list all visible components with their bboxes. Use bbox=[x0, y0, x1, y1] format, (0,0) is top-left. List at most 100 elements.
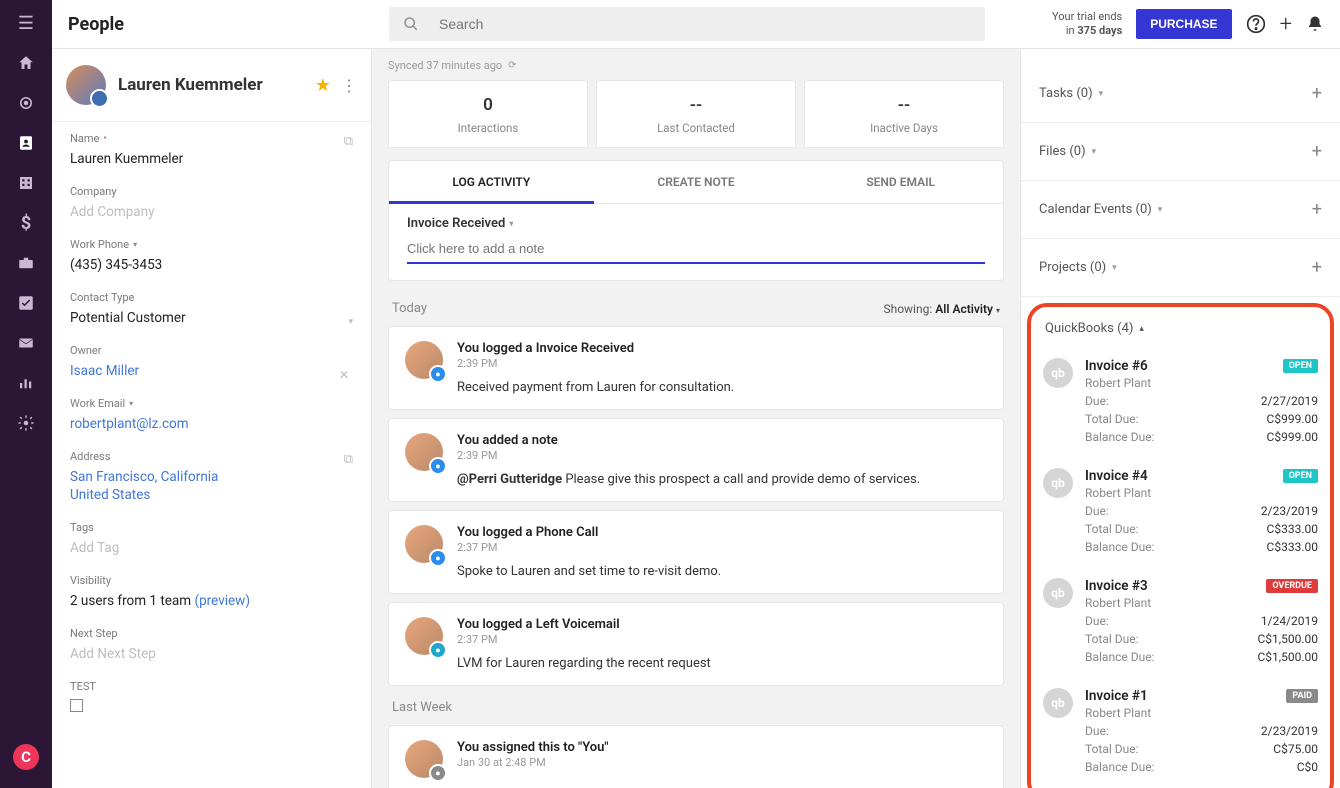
log-note-input[interactable] bbox=[407, 235, 985, 264]
tab-log-activity[interactable]: LOG ACTIVITY bbox=[389, 161, 594, 204]
feed-item[interactable]: ● You logged a Left Voicemail 2:37 PM LV… bbox=[388, 602, 1004, 686]
address-line1[interactable]: San Francisco, California bbox=[70, 469, 353, 485]
invoice-total-value: C$1,500.00 bbox=[1257, 632, 1318, 646]
section-tasks[interactable]: Tasks (0) ▾+ bbox=[1021, 65, 1340, 123]
invoice-balance-value: C$999.00 bbox=[1267, 430, 1318, 444]
feed-title: You logged a Invoice Received bbox=[457, 341, 987, 356]
invoice-item[interactable]: qb Invoice #3 OVERDUE Robert Plant Due:1… bbox=[1041, 568, 1320, 678]
section-calendar[interactable]: Calendar Events (0) ▾+ bbox=[1021, 181, 1340, 239]
copy-icon[interactable]: ⧉ bbox=[344, 452, 353, 467]
visibility-value[interactable]: 2 users from 1 team (preview) bbox=[70, 593, 353, 609]
tab-send-email[interactable]: SEND EMAIL bbox=[798, 161, 1003, 204]
invoice-item[interactable]: qb Invoice #4 OPEN Robert Plant Due:2/23… bbox=[1041, 458, 1320, 568]
home-icon[interactable] bbox=[15, 52, 37, 74]
add-event-icon[interactable]: + bbox=[1312, 199, 1322, 220]
work-email-label: Work Email ▾ bbox=[70, 397, 353, 410]
contact-type-label: Contact Type bbox=[70, 291, 353, 304]
work-phone-value[interactable]: (435) 345-3453 bbox=[70, 257, 353, 273]
address-line2[interactable]: United States bbox=[70, 487, 353, 503]
invoice-total-label: Total Due: bbox=[1085, 632, 1139, 646]
search-icon bbox=[403, 16, 419, 32]
building-icon[interactable] bbox=[15, 172, 37, 194]
name-label: Name • bbox=[70, 132, 107, 145]
invoice-status-badge: OPEN bbox=[1283, 359, 1318, 373]
name-value[interactable]: Lauren Kuemmeler bbox=[70, 151, 353, 167]
mail-icon[interactable] bbox=[15, 332, 37, 354]
quickbooks-header[interactable]: QuickBooks (4) ▴ bbox=[1041, 315, 1320, 348]
feed-item[interactable]: ● You added a note 2:39 PM @Perri Gutter… bbox=[388, 418, 1004, 502]
check-icon[interactable] bbox=[15, 292, 37, 314]
invoice-balance-label: Balance Due: bbox=[1085, 650, 1154, 664]
quickbooks-section: QuickBooks (4) ▴ qb Invoice #6 OPEN Robe… bbox=[1027, 303, 1334, 788]
invoice-customer: Robert Plant bbox=[1085, 706, 1318, 720]
clear-icon[interactable]: ✕ bbox=[339, 368, 349, 382]
app-logo[interactable]: C bbox=[13, 744, 39, 770]
quickbooks-icon: qb bbox=[1043, 468, 1073, 498]
search-bar[interactable] bbox=[389, 7, 985, 41]
feed-item[interactable]: ● You assigned this to "You" Jan 30 at 2… bbox=[388, 725, 1004, 788]
invoice-total-label: Total Due: bbox=[1085, 742, 1139, 756]
target-icon[interactable] bbox=[15, 92, 37, 114]
invoice-item[interactable]: qb Invoice #1 PAID Robert Plant Due:2/23… bbox=[1041, 678, 1320, 788]
activity-type-icon: ● bbox=[429, 764, 447, 782]
add-project-icon[interactable]: + bbox=[1312, 257, 1322, 278]
tags-value[interactable]: Add Tag bbox=[70, 540, 353, 556]
star-icon[interactable]: ★ bbox=[315, 75, 331, 96]
add-task-icon[interactable]: + bbox=[1312, 83, 1322, 104]
address-label: Address bbox=[70, 450, 110, 463]
refresh-icon[interactable]: ⟳ bbox=[508, 60, 516, 71]
person-name: Lauren Kuemmeler bbox=[118, 75, 315, 95]
test-checkbox[interactable] bbox=[70, 699, 83, 712]
next-step-value[interactable]: Add Next Step bbox=[70, 646, 353, 662]
chevron-down-icon[interactable]: ▾ bbox=[348, 317, 353, 327]
tab-create-note[interactable]: CREATE NOTE bbox=[594, 161, 799, 204]
chart-icon[interactable] bbox=[15, 372, 37, 394]
detail-panel: Lauren Kuemmeler ★ ⋮ Name • ⧉ Lauren Kue… bbox=[52, 49, 372, 788]
quickbooks-icon: qb bbox=[1043, 578, 1073, 608]
activity-type-icon: ● bbox=[429, 549, 447, 567]
bell-icon[interactable] bbox=[1306, 15, 1324, 33]
feed-text: LVM for Lauren regarding the recent requ… bbox=[457, 656, 987, 671]
more-icon[interactable]: ⋮ bbox=[341, 76, 357, 95]
work-email-value[interactable]: robertplant@lz.com bbox=[70, 416, 353, 432]
briefcase-icon[interactable] bbox=[15, 252, 37, 274]
gear-icon[interactable] bbox=[15, 412, 37, 434]
sync-status: Synced 37 minutes ago ⟳ bbox=[372, 49, 1020, 80]
log-type-selector[interactable]: Invoice Received ▾ bbox=[407, 216, 985, 231]
feed-text: Spoke to Lauren and set time to re-visit… bbox=[457, 564, 987, 579]
feed-item[interactable]: ● You logged a Phone Call 2:37 PM Spoke … bbox=[388, 510, 1004, 594]
copy-icon[interactable]: ⧉ bbox=[344, 134, 353, 149]
invoice-balance-label: Balance Due: bbox=[1085, 430, 1154, 444]
invoice-status-badge: OVERDUE bbox=[1266, 579, 1318, 593]
feed-avatar: ● bbox=[405, 341, 443, 379]
invoice-item[interactable]: qb Invoice #6 OPEN Robert Plant Due:2/27… bbox=[1041, 348, 1320, 458]
invoice-status-badge: OPEN bbox=[1283, 469, 1318, 483]
menu-icon[interactable]: ☰ bbox=[15, 12, 37, 34]
help-icon[interactable] bbox=[1246, 14, 1266, 34]
add-file-icon[interactable]: + bbox=[1312, 141, 1322, 162]
invoice-total-value: C$333.00 bbox=[1267, 522, 1318, 536]
dollar-icon[interactable]: $ bbox=[15, 212, 37, 234]
invoice-title: Invoice #6 bbox=[1085, 358, 1148, 374]
stat-interactions: 0 Interactions bbox=[388, 80, 588, 148]
add-icon[interactable]: + bbox=[1280, 12, 1292, 37]
contacts-icon[interactable] bbox=[15, 132, 37, 154]
company-value[interactable]: Add Company bbox=[70, 204, 353, 220]
section-projects[interactable]: Projects (0) ▾+ bbox=[1021, 239, 1340, 297]
invoice-balance-label: Balance Due: bbox=[1085, 540, 1154, 554]
search-input[interactable] bbox=[439, 16, 971, 32]
invoice-total-value: C$999.00 bbox=[1267, 412, 1318, 426]
invoice-due-value: 2/27/2019 bbox=[1261, 394, 1318, 408]
feed-avatar: ● bbox=[405, 525, 443, 563]
feed-text: Received payment from Lauren for consult… bbox=[457, 380, 987, 395]
trial-status: Your trial ends in 375 days bbox=[1052, 10, 1122, 39]
section-files[interactable]: Files (0) ▾+ bbox=[1021, 123, 1340, 181]
feed-time: 2:37 PM bbox=[457, 541, 987, 554]
purchase-button[interactable]: PURCHASE bbox=[1136, 9, 1231, 39]
contact-type-value[interactable]: Potential Customer bbox=[70, 310, 186, 326]
owner-value[interactable]: Isaac Miller bbox=[70, 363, 139, 379]
person-avatar bbox=[66, 65, 106, 105]
feed-item[interactable]: ● You logged a Invoice Received 2:39 PM … bbox=[388, 326, 1004, 410]
invoice-balance-label: Balance Due: bbox=[1085, 760, 1154, 774]
activity-filter[interactable]: Showing: All Activity ▾ bbox=[883, 302, 1000, 316]
